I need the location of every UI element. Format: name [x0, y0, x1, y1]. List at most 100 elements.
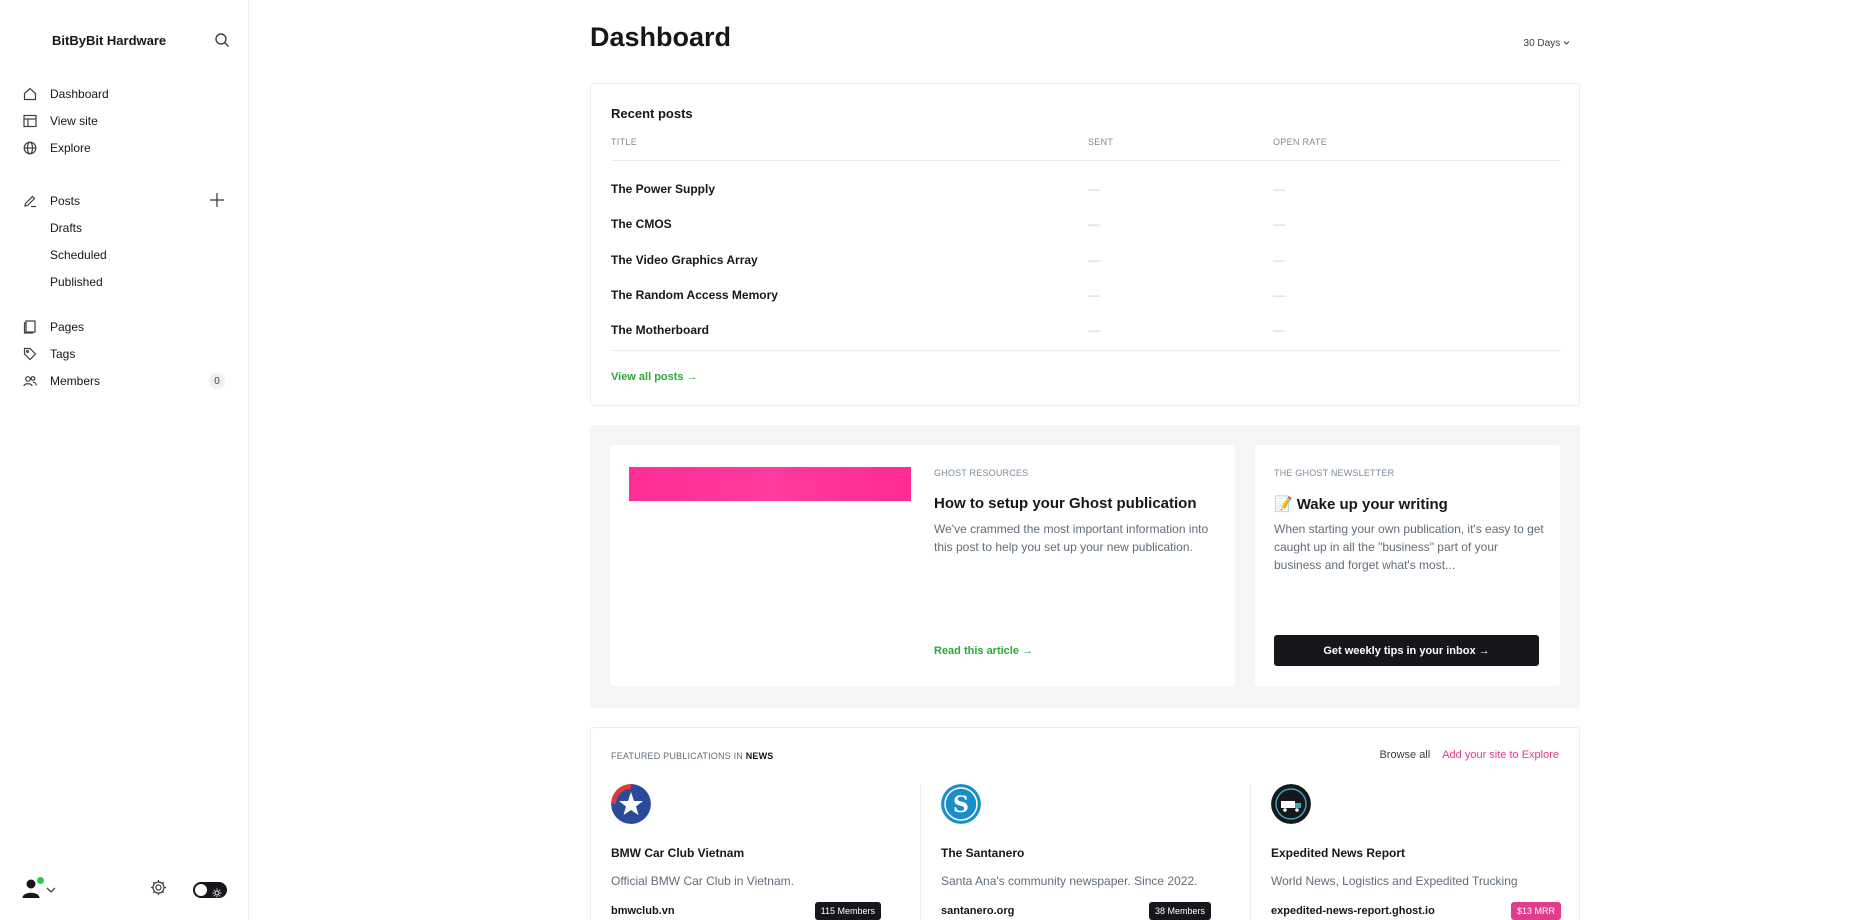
publication-domain: expedited-news-report.ghost.io [1271, 905, 1435, 917]
post-title[interactable]: The CMOS [611, 217, 672, 231]
globe-icon [22, 140, 38, 156]
recent-posts-heading: Recent posts [611, 106, 693, 121]
publication-badge: 38 Members [1148, 902, 1211, 920]
newsletter-category: THE GHOST NEWSLETTER [1274, 468, 1395, 478]
post-title[interactable]: The Random Access Memory [611, 288, 778, 302]
dark-mode-toggle[interactable] [193, 882, 227, 898]
publication-name[interactable]: Expedited News Report [1271, 846, 1405, 860]
featured-heading-topic[interactable]: NEWS [746, 751, 774, 761]
sidebar: BitByBit Hardware Dashboard View site Ex… [0, 0, 249, 920]
featured-publications-card: FEATURED PUBLICATIONS IN NEWS Browse all… [590, 727, 1580, 920]
view-all-posts-link[interactable]: View all posts → [611, 371, 698, 383]
sidebar-item-pages[interactable]: Pages [22, 313, 227, 340]
sidebar-item-label: Dashboard [50, 86, 109, 101]
sidebar-item-drafts[interactable]: Drafts [22, 214, 227, 241]
post-title[interactable]: The Power Supply [611, 182, 715, 196]
tag-icon [22, 346, 38, 362]
column-header-open-rate: OPEN RATE [1273, 137, 1328, 147]
resource-image [629, 467, 911, 501]
publication-description: Official BMW Car Club in Vietnam. [611, 874, 794, 888]
members-count-badge: 0 [209, 373, 225, 389]
resource-category: GHOST RESOURCES [934, 468, 1029, 478]
layout-icon [22, 113, 38, 129]
sidebar-item-posts[interactable]: Posts [22, 187, 227, 214]
sidebar-item-members[interactable]: Members 0 [22, 367, 227, 394]
post-sent: — [1088, 217, 1100, 231]
online-status-dot [37, 876, 44, 884]
table-row[interactable]: The Motherboard — — [611, 313, 1561, 348]
post-open-rate: — [1273, 182, 1285, 196]
divider [611, 350, 1561, 351]
post-open-rate: — [1273, 288, 1285, 302]
publication-description: Santa Ana's community newspaper. Since 2… [941, 874, 1198, 888]
publication-name[interactable]: The Santanero [941, 846, 1024, 860]
resource-title[interactable]: How to setup your Ghost publication [934, 495, 1197, 512]
sidebar-item-label: Pages [50, 319, 85, 334]
home-icon [22, 86, 38, 102]
search-icon[interactable] [212, 30, 232, 50]
user-menu[interactable] [22, 876, 56, 904]
browse-all-link[interactable]: Browse all [1379, 749, 1430, 761]
post-sent: — [1088, 253, 1100, 267]
sidebar-item-label: Drafts [50, 220, 83, 235]
sidebar-item-label: Tags [50, 346, 76, 361]
publication-item[interactable]: BMW Car Club Vietnam Official BMW Car Cl… [611, 784, 901, 920]
subscribe-newsletter-button[interactable]: Get weekly tips in your inbox → [1274, 635, 1539, 666]
sidebar-item-label: Explore [50, 140, 91, 155]
publication-domain: santanero.org [941, 905, 1015, 917]
add-site-to-explore-link[interactable]: Add your site to Explore [1442, 749, 1559, 761]
sidebar-item-label: Scheduled [50, 247, 107, 262]
pages-icon [22, 319, 38, 335]
svg-text:S: S [953, 792, 969, 818]
sidebar-item-view-site[interactable]: View site [22, 107, 227, 134]
sidebar-item-label: Posts [50, 193, 81, 208]
new-post-plus-icon[interactable] [209, 192, 225, 208]
post-sent: — [1088, 182, 1100, 196]
truck-logo-icon [1271, 784, 1311, 824]
publication-item[interactable]: Expedited News Report World News, Logist… [1271, 784, 1561, 920]
post-sent: — [1088, 288, 1100, 302]
read-article-link[interactable]: Read this article → [934, 645, 1033, 657]
resource-excerpt: We've crammed the most important informa… [934, 522, 1209, 554]
date-range-value: 30 Days [1523, 38, 1561, 49]
publication-name[interactable]: BMW Car Club Vietnam [611, 846, 744, 860]
table-row[interactable]: The Power Supply — — [611, 172, 1561, 207]
s-letter-logo-icon: S [941, 784, 981, 824]
sidebar-item-published[interactable]: Published [22, 268, 227, 295]
post-open-rate: — [1273, 253, 1285, 267]
newsletter-title-text: Wake up your writing [1296, 495, 1448, 513]
column-header-sent: SENT [1088, 137, 1114, 147]
publication-badge: 115 Members [814, 902, 881, 920]
table-row[interactable]: The Random Access Memory — — [611, 278, 1561, 313]
publication-description: World News, Logistics and Expedited Truc… [1271, 874, 1518, 888]
post-open-rate: — [1273, 217, 1285, 231]
post-title[interactable]: The Motherboard [611, 323, 709, 337]
publication-domain: bmwclub.vn [611, 905, 675, 917]
pencil-icon [22, 193, 38, 209]
column-header-title: TITLE [611, 137, 638, 147]
post-open-rate: — [1273, 323, 1285, 337]
page-title: Dashboard [590, 22, 732, 52]
sidebar-nav: Dashboard View site Explore Posts Drafts… [22, 80, 227, 394]
star-logo-icon [611, 784, 651, 824]
chevron-down-icon [46, 881, 56, 899]
table-row[interactable]: The Video Graphics Array — — [611, 243, 1561, 278]
sidebar-item-explore[interactable]: Explore [22, 134, 227, 161]
divider [1250, 784, 1251, 920]
newsletter-excerpt: When starting your own publication, it's… [1274, 522, 1544, 572]
post-title[interactable]: The Video Graphics Array [611, 253, 758, 267]
sidebar-item-tags[interactable]: Tags [22, 340, 227, 367]
date-range-select[interactable]: 30 Days [1524, 38, 1570, 49]
divider [611, 160, 1561, 161]
table-row[interactable]: The CMOS — — [611, 207, 1561, 242]
sidebar-item-scheduled[interactable]: Scheduled [22, 241, 227, 268]
sidebar-item-label: Members [50, 373, 101, 388]
sidebar-item-label: Published [50, 274, 103, 289]
gear-icon[interactable] [150, 879, 167, 901]
sun-icon [212, 885, 222, 903]
featured-heading: FEATURED PUBLICATIONS IN NEWS [611, 751, 774, 761]
publication-item[interactable]: S The Santanero Santa Ana's community ne… [941, 784, 1231, 920]
resource-card[interactable]: GHOST RESOURCES How to setup your Ghost … [610, 445, 1235, 686]
sidebar-item-dashboard[interactable]: Dashboard [22, 80, 227, 107]
site-title[interactable]: BitByBit Hardware [52, 33, 166, 48]
